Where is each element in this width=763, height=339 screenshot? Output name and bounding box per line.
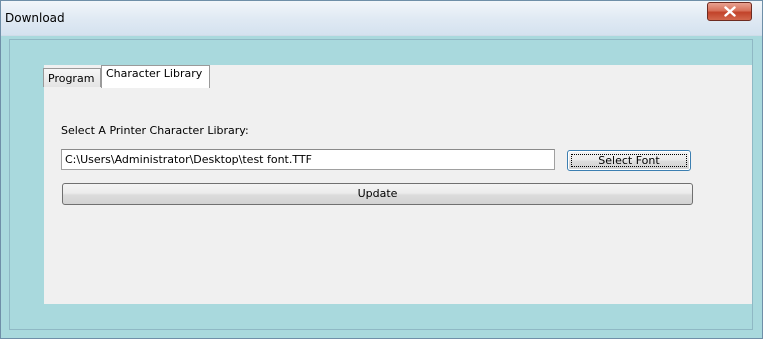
select-font-label: Select Font: [598, 154, 660, 167]
update-label: Update: [357, 187, 398, 200]
select-library-label: Select A Printer Character Library:: [61, 124, 249, 137]
update-button[interactable]: Update: [62, 183, 693, 205]
download-window: Download Program Character Library Selec…: [0, 0, 763, 339]
window-title: Download: [5, 11, 65, 25]
close-icon: [723, 6, 736, 17]
tab-character-library[interactable]: Character Library: [101, 65, 210, 88]
font-path-input[interactable]: [61, 149, 555, 170]
select-font-button[interactable]: Select Font: [567, 150, 691, 171]
close-button[interactable]: [707, 2, 752, 21]
title-bar[interactable]: Download: [1, 1, 762, 36]
tab-program[interactable]: Program: [43, 68, 101, 87]
